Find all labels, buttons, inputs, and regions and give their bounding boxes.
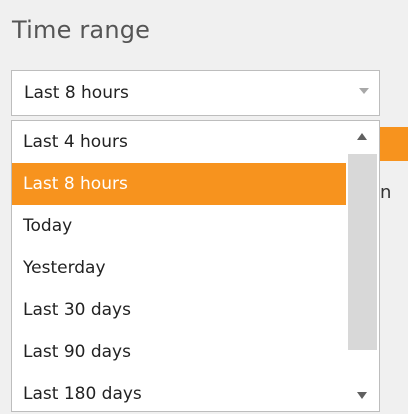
- option-today[interactable]: Today: [12, 205, 346, 247]
- option-yesterday[interactable]: Yesterday: [12, 247, 346, 289]
- scrollbar-thumb[interactable]: [348, 154, 377, 350]
- option-last-30-days[interactable]: Last 30 days: [12, 289, 346, 331]
- time-range-select[interactable]: Last 8 hours: [11, 70, 380, 116]
- time-range-panel: Time range n Last 8 hours Last 4 hours L…: [0, 0, 408, 414]
- time-range-title: Time range: [12, 16, 151, 44]
- time-range-dropdown-list[interactable]: Last 4 hours Last 8 hours Today Yesterda…: [11, 120, 380, 412]
- dropdown-scrollbar[interactable]: [346, 121, 379, 411]
- option-last-8-hours[interactable]: Last 8 hours: [12, 163, 346, 205]
- scroll-down-arrow-icon[interactable]: [357, 392, 367, 399]
- time-range-selected-value: Last 8 hours: [24, 83, 129, 103]
- option-last-4-hours[interactable]: Last 4 hours: [12, 121, 346, 163]
- scroll-up-arrow-icon[interactable]: [357, 133, 367, 140]
- background-partial-text: n: [380, 182, 392, 203]
- option-last-90-days[interactable]: Last 90 days: [12, 331, 346, 373]
- background-highlight-strip: [378, 127, 408, 161]
- chevron-down-icon[interactable]: [359, 88, 369, 94]
- option-last-180-days[interactable]: Last 180 days: [12, 373, 346, 411]
